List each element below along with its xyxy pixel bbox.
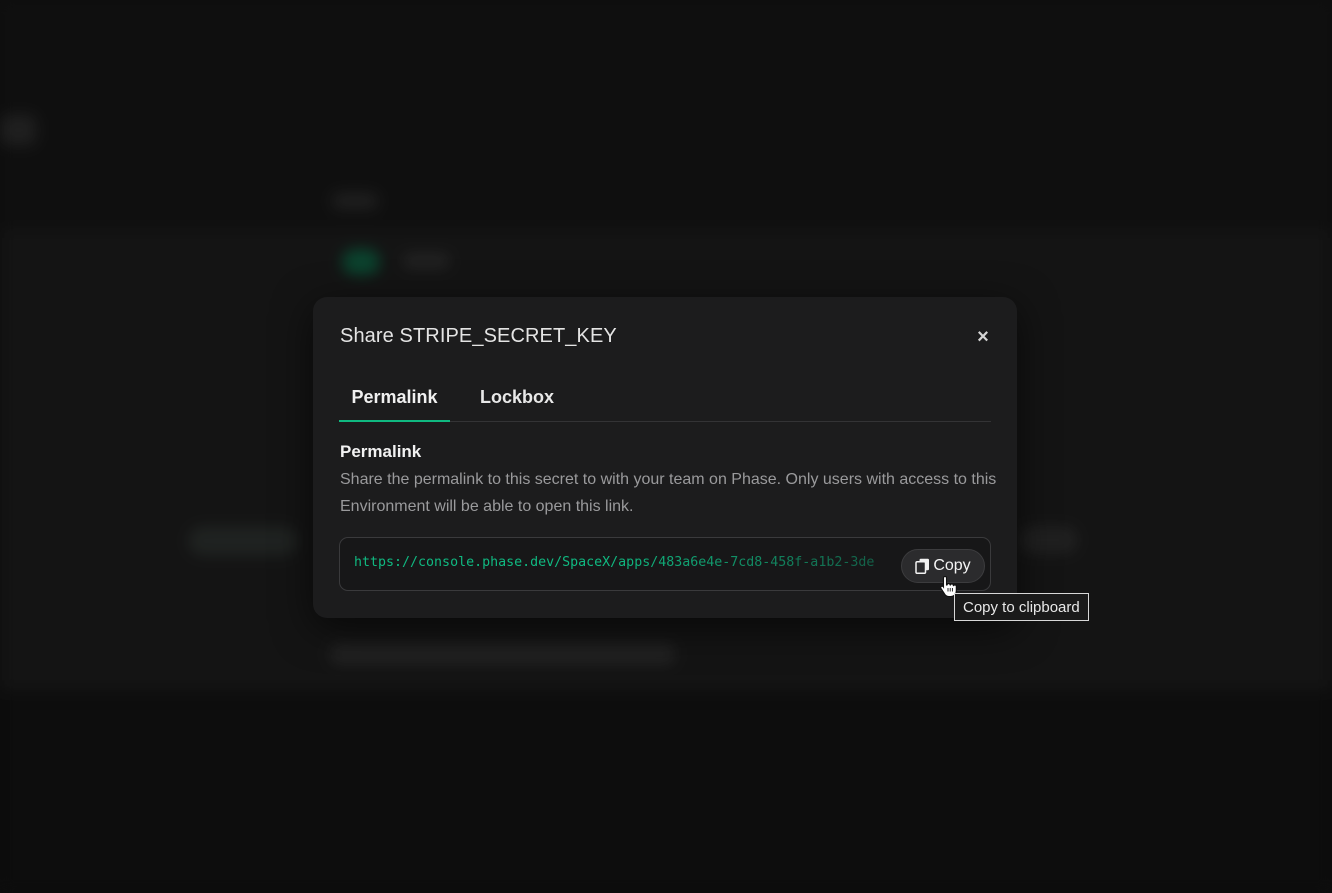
copy-icon bbox=[915, 558, 930, 574]
app-window: Share STRIPE_SECRET_KEY × Permalink Lock… bbox=[0, 0, 1332, 893]
permalink-url[interactable]: https://console.phase.dev/SpaceX/apps/48… bbox=[354, 555, 926, 570]
share-secret-dialog: Share STRIPE_SECRET_KEY × Permalink Lock… bbox=[313, 297, 1017, 618]
tab-lockbox[interactable]: Lockbox bbox=[471, 375, 563, 420]
copy-tooltip: Copy to clipboard bbox=[954, 593, 1089, 621]
close-button[interactable]: × bbox=[971, 325, 995, 349]
permalink-heading: Permalink bbox=[340, 442, 422, 461]
copy-button-label: Copy bbox=[933, 557, 971, 574]
permalink-field[interactable]: https://console.phase.dev/SpaceX/apps/48… bbox=[339, 537, 991, 591]
share-tabs: Permalink Lockbox bbox=[339, 375, 991, 422]
dialog-title: Share STRIPE_SECRET_KEY bbox=[340, 325, 617, 347]
tab-permalink[interactable]: Permalink bbox=[339, 375, 450, 422]
close-icon: × bbox=[977, 325, 989, 348]
permalink-description: Share the permalink to this secret to wi… bbox=[340, 471, 997, 515]
